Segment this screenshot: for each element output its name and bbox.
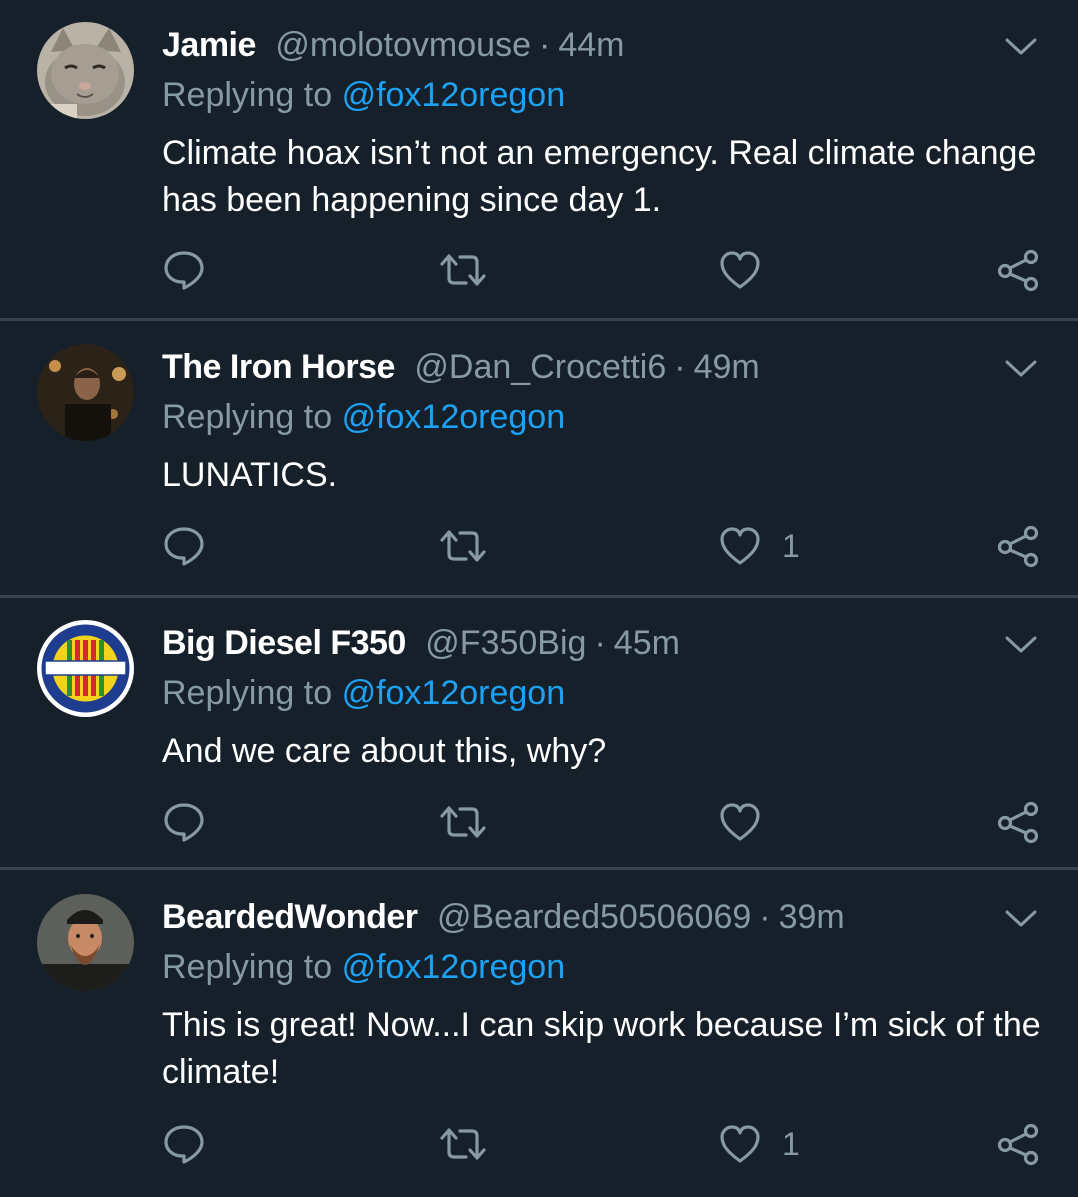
tweet-header: BeardedWonder @Bearded50506069 · 39m	[162, 894, 845, 940]
mention-link[interactable]: @fox12oregon	[342, 674, 566, 712]
avatar[interactable]	[37, 22, 134, 119]
tweet-text: Climate hoax isn’t not an emergency. Rea…	[162, 134, 1037, 219]
replying-to-label: Replying to	[162, 76, 333, 114]
tweet[interactable]: Big Diesel F350 @F350Big · 45m Replying to…	[0, 598, 1078, 870]
replying-to-label: Replying to	[162, 398, 333, 436]
replying-to: Replying to @fox12oregon	[162, 674, 565, 713]
reply-icon	[164, 1125, 204, 1164]
retweet-button[interactable]	[438, 1122, 488, 1166]
chevron-down-icon[interactable]	[1003, 356, 1039, 380]
timestamp[interactable]: 49m	[694, 348, 760, 386]
mention-link[interactable]: @fox12oregon	[342, 76, 566, 114]
heart-icon	[720, 803, 760, 841]
retweet-icon	[440, 530, 486, 562]
share-button[interactable]	[996, 248, 1040, 292]
avatar[interactable]	[37, 344, 134, 441]
tweet-text: This is great! Now...I can skip work bec…	[162, 1006, 1041, 1091]
like-count: 1	[782, 1125, 800, 1162]
share-icon	[997, 801, 1039, 844]
user-handle[interactable]: @Dan_Crocetti6	[414, 348, 666, 386]
separator-dot: ·	[538, 26, 551, 64]
display-name[interactable]: Jamie	[162, 26, 256, 64]
retweet-icon	[440, 254, 486, 286]
retweet-button[interactable]	[438, 524, 488, 568]
tweet-header: Jamie @molotovmouse · 44m	[162, 22, 624, 68]
timestamp[interactable]: 44m	[558, 26, 624, 64]
share-icon	[997, 1123, 1039, 1166]
heart-icon	[720, 527, 760, 565]
separator-dot: ·	[594, 624, 606, 662]
mention-link[interactable]: @fox12oregon	[342, 398, 566, 436]
share-button[interactable]	[996, 800, 1040, 844]
reply-icon	[164, 251, 204, 290]
chevron-down-icon[interactable]	[1003, 632, 1039, 656]
display-name[interactable]: Big Diesel F350	[162, 624, 406, 662]
tweet-header: The Iron Horse @Dan_Crocetti6 · 49m	[162, 344, 760, 390]
retweet-icon	[440, 806, 486, 838]
like-button[interactable]	[718, 248, 782, 292]
tweet-text: And we care about this, why?	[162, 732, 607, 770]
chevron-down-icon[interactable]	[1003, 34, 1039, 58]
display-name[interactable]: The Iron Horse	[162, 348, 395, 386]
display-name[interactable]: BeardedWonder	[162, 898, 418, 936]
like-button[interactable]: 1	[718, 1122, 800, 1166]
reply-button[interactable]	[162, 1122, 206, 1166]
like-count: 1	[782, 527, 800, 564]
timeline: Jamie @molotovmouse · 44m Replying to @fox…	[0, 0, 1078, 1197]
avatar[interactable]	[37, 620, 134, 717]
like-button[interactable]	[718, 800, 782, 844]
reply-button[interactable]	[162, 800, 206, 844]
tweet[interactable]: The Iron Horse @Dan_Crocetti6 · 49m Replyi…	[0, 322, 1078, 598]
tweet[interactable]: Jamie @molotovmouse · 44m Replying to @fox…	[0, 0, 1078, 321]
user-handle[interactable]: @molotovmouse	[275, 26, 531, 64]
user-handle[interactable]: @Bearded50506069	[437, 898, 751, 936]
replying-to-label: Replying to	[162, 948, 333, 986]
replying-to: Replying to @fox12oregon	[162, 948, 565, 987]
heart-icon	[720, 251, 760, 289]
reply-button[interactable]	[162, 524, 206, 568]
mention-link[interactable]: @fox12oregon	[342, 948, 566, 986]
like-button[interactable]: 1	[718, 524, 800, 568]
replying-to: Replying to @fox12oregon	[162, 76, 565, 115]
share-icon	[997, 249, 1039, 292]
tweet[interactable]: BeardedWonder @Bearded50506069 · 39m Reply…	[0, 872, 1078, 1197]
tweet-text: LUNATICS.	[162, 456, 338, 494]
replying-to-label: Replying to	[162, 674, 333, 712]
chevron-down-icon[interactable]	[1003, 906, 1039, 930]
reply-icon	[164, 803, 204, 842]
timestamp[interactable]: 39m	[779, 898, 845, 936]
reply-icon	[164, 527, 204, 566]
share-button[interactable]	[996, 1122, 1040, 1166]
retweet-button[interactable]	[438, 800, 488, 844]
reply-button[interactable]	[162, 248, 206, 292]
retweet-button[interactable]	[438, 248, 488, 292]
timestamp[interactable]: 45m	[614, 624, 680, 662]
avatar[interactable]	[37, 894, 134, 991]
separator-dot: ·	[674, 348, 686, 386]
heart-icon	[720, 1125, 760, 1163]
replying-to: Replying to @fox12oregon	[162, 398, 565, 437]
retweet-icon	[440, 1128, 486, 1160]
tweet-header: Big Diesel F350 @F350Big · 45m	[162, 620, 680, 666]
user-handle[interactable]: @F350Big	[425, 624, 586, 662]
share-button[interactable]	[996, 524, 1040, 568]
separator-dot: ·	[759, 898, 771, 936]
share-icon	[997, 525, 1039, 568]
